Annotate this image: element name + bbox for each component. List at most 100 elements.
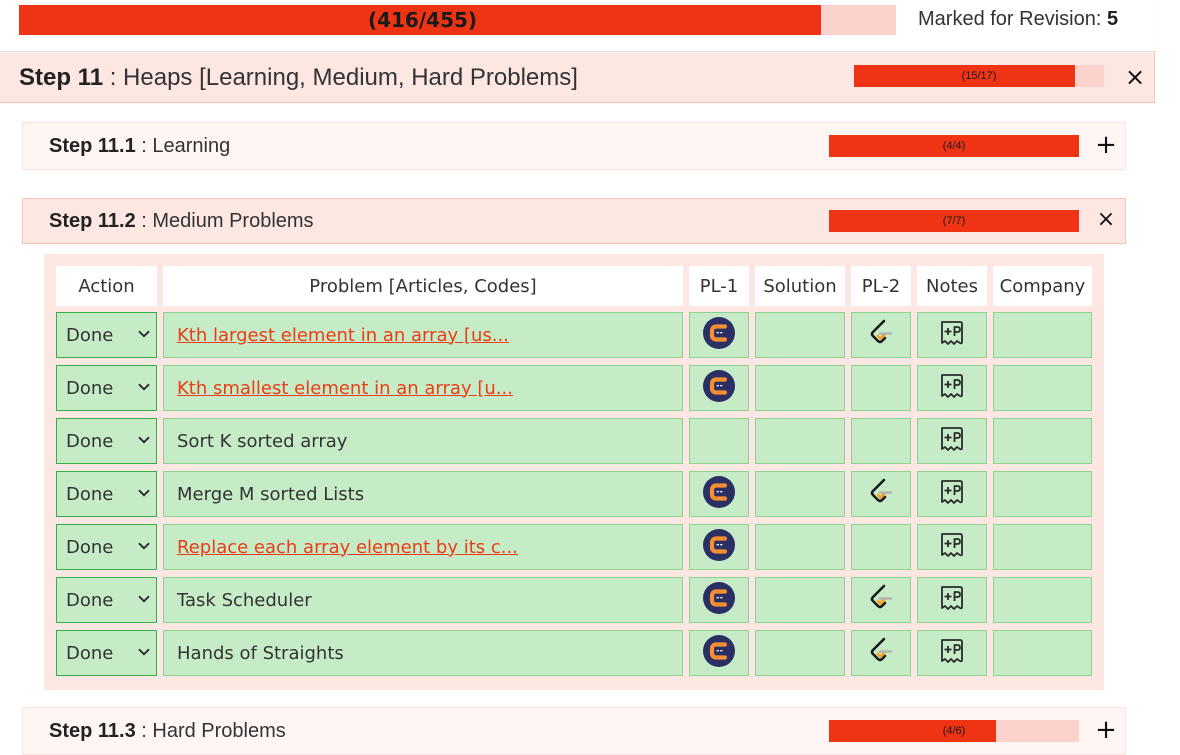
codingninjas-icon[interactable] bbox=[703, 635, 735, 671]
action-select-value: Done bbox=[66, 324, 114, 346]
pl2-cell[interactable] bbox=[851, 312, 911, 358]
step-11-1-name: : Learning bbox=[135, 135, 231, 157]
step-11-2-progress-text: (7/7) bbox=[942, 215, 966, 227]
pl1-cell[interactable] bbox=[689, 365, 749, 411]
step-11-1-number: Step 11.1 bbox=[49, 135, 136, 157]
add-note-icon[interactable] bbox=[939, 319, 965, 351]
problem-name[interactable]: Kth smallest element in an array [u... bbox=[163, 365, 683, 411]
header-solution: Solution bbox=[755, 266, 845, 306]
add-note-icon[interactable] bbox=[939, 425, 965, 457]
add-note-icon[interactable] bbox=[939, 637, 965, 669]
expand-step-11-3-button[interactable]: + bbox=[1093, 715, 1119, 745]
leetcode-icon[interactable] bbox=[866, 635, 896, 671]
step-11-name: : Heaps [Learning, Medium, Hard Problems… bbox=[103, 64, 578, 91]
action-select-value: Done bbox=[66, 589, 114, 611]
step-11-1-progress-text: (4/4) bbox=[942, 140, 966, 152]
pl2-cell bbox=[851, 418, 911, 464]
add-note-icon[interactable] bbox=[939, 531, 965, 563]
leetcode-icon[interactable] bbox=[866, 582, 896, 618]
pl2-cell[interactable] bbox=[851, 630, 911, 676]
revision-count: 5 bbox=[1106, 8, 1119, 30]
header-pl1: PL-1 bbox=[689, 266, 749, 306]
pl1-cell[interactable] bbox=[689, 630, 749, 676]
pl2-cell bbox=[851, 524, 911, 570]
solution-cell bbox=[755, 577, 845, 623]
add-note-icon[interactable] bbox=[939, 372, 965, 404]
step-11-progress-bar: (15/17) bbox=[854, 65, 1104, 87]
chevron-down-icon bbox=[138, 380, 150, 395]
step-11-3-progress-text: (4/6) bbox=[942, 725, 966, 737]
pl1-cell[interactable] bbox=[689, 471, 749, 517]
notes-cell[interactable] bbox=[917, 577, 987, 623]
revision-counter[interactable]: Marked for Revision: 5 bbox=[918, 8, 1118, 31]
header-problem: Problem [Articles, Codes] bbox=[163, 266, 683, 306]
leetcode-icon[interactable] bbox=[866, 317, 896, 353]
problem-name: Task Scheduler bbox=[163, 577, 683, 623]
company-cell bbox=[993, 365, 1092, 411]
action-select[interactable]: Done bbox=[56, 471, 157, 517]
overall-progress-bar: (416/455) bbox=[19, 5, 896, 35]
chevron-down-icon bbox=[138, 433, 150, 448]
action-select[interactable]: Done bbox=[56, 312, 157, 358]
collapse-step-11-2-button[interactable]: × bbox=[1093, 207, 1119, 232]
action-select[interactable]: Done bbox=[56, 524, 157, 570]
step-11-1-header[interactable]: Step 11.1 : Learning (4/4) + bbox=[22, 122, 1126, 170]
chevron-down-icon bbox=[138, 327, 150, 342]
company-cell bbox=[993, 524, 1092, 570]
chevron-down-icon bbox=[138, 539, 150, 554]
step-11-2-number: Step 11.2 bbox=[49, 210, 136, 232]
step-11-title: Step 11 : Heaps [Learning, Medium, Hard … bbox=[19, 64, 578, 92]
step-11-header[interactable]: Step 11 : Heaps [Learning, Medium, Hard … bbox=[0, 53, 1155, 103]
action-select-value: Done bbox=[66, 430, 114, 452]
problem-name[interactable]: Kth largest element in an array [us... bbox=[163, 312, 683, 358]
step-11-1-title: Step 11.1 : Learning bbox=[49, 135, 230, 158]
notes-cell[interactable] bbox=[917, 418, 987, 464]
company-cell bbox=[993, 418, 1092, 464]
chevron-down-icon bbox=[138, 486, 150, 501]
codingninjas-icon[interactable] bbox=[703, 317, 735, 353]
codingninjas-icon[interactable] bbox=[703, 582, 735, 618]
collapse-step-11-button[interactable]: × bbox=[1122, 63, 1148, 91]
action-select[interactable]: Done bbox=[56, 365, 157, 411]
codingninjas-icon[interactable] bbox=[703, 476, 735, 512]
solution-cell bbox=[755, 524, 845, 570]
codingninjas-icon[interactable] bbox=[703, 529, 735, 565]
header-action: Action bbox=[56, 266, 157, 306]
leetcode-icon[interactable] bbox=[866, 476, 896, 512]
pl1-cell[interactable] bbox=[689, 524, 749, 570]
overall-progress-text: (416/455) bbox=[367, 8, 478, 32]
chevron-down-icon bbox=[138, 592, 150, 607]
notes-cell[interactable] bbox=[917, 630, 987, 676]
company-cell bbox=[993, 471, 1092, 517]
notes-cell[interactable] bbox=[917, 365, 987, 411]
step-11-2-name: : Medium Problems bbox=[135, 210, 314, 232]
step-11-3-name: : Hard Problems bbox=[135, 720, 286, 742]
step-11-3-title: Step 11.3 : Hard Problems bbox=[49, 720, 286, 743]
pl1-cell[interactable] bbox=[689, 312, 749, 358]
action-select[interactable]: Done bbox=[56, 577, 157, 623]
pl2-cell[interactable] bbox=[851, 471, 911, 517]
problem-name[interactable]: Replace each array element by its c... bbox=[163, 524, 683, 570]
codingninjas-icon[interactable] bbox=[703, 370, 735, 406]
action-select[interactable]: Done bbox=[56, 630, 157, 676]
pl1-cell[interactable] bbox=[689, 577, 749, 623]
expand-step-11-1-button[interactable]: + bbox=[1093, 130, 1119, 160]
action-select-value: Done bbox=[66, 536, 114, 558]
step-11-3-progress-bar: (4/6) bbox=[829, 720, 1079, 742]
problem-name: Merge M sorted Lists bbox=[163, 471, 683, 517]
step-11-number: Step 11 bbox=[19, 64, 104, 91]
add-note-icon[interactable] bbox=[939, 584, 965, 616]
step-11-2-header[interactable]: Step 11.2 : Medium Problems (7/7) × bbox=[22, 198, 1126, 244]
pl2-cell[interactable] bbox=[851, 577, 911, 623]
pl1-cell bbox=[689, 418, 749, 464]
company-cell bbox=[993, 630, 1092, 676]
notes-cell[interactable] bbox=[917, 471, 987, 517]
add-note-icon[interactable] bbox=[939, 478, 965, 510]
step-11-1-progress-bar: (4/4) bbox=[829, 135, 1079, 157]
action-select[interactable]: Done bbox=[56, 418, 157, 464]
company-cell bbox=[993, 312, 1092, 358]
pl2-cell bbox=[851, 365, 911, 411]
solution-cell bbox=[755, 365, 845, 411]
notes-cell[interactable] bbox=[917, 524, 987, 570]
notes-cell[interactable] bbox=[917, 312, 987, 358]
